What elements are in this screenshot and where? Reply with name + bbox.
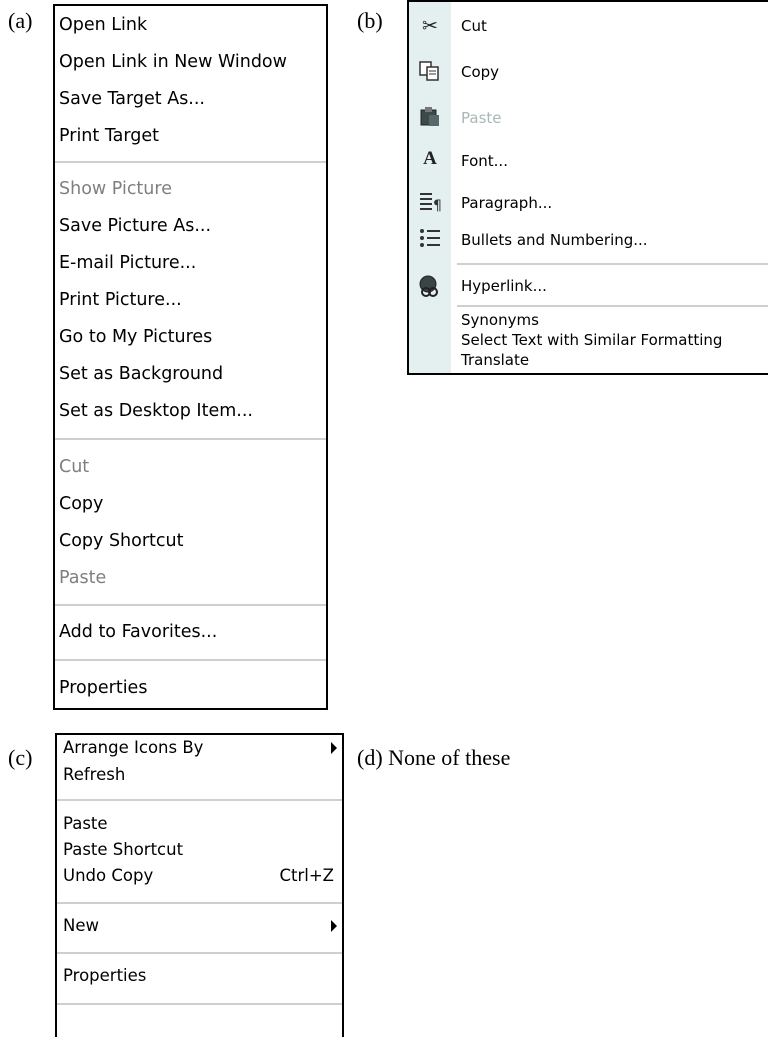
icon-gutter <box>409 2 451 373</box>
separator <box>57 902 342 904</box>
copy-icon <box>417 60 443 84</box>
menu-item-bullets-numbering[interactable]: Bullets and Numbering... <box>461 230 648 250</box>
menu-item-new[interactable]: New <box>63 915 99 937</box>
menu-item-paragraph[interactable]: Paragraph... <box>461 193 552 213</box>
menu-item-set-as-desktop-item[interactable]: Set as Desktop Item... <box>59 400 253 422</box>
menu-item-paste-shortcut[interactable]: Paste Shortcut <box>63 839 183 861</box>
menu-item-open-link[interactable]: Open Link <box>59 14 147 36</box>
shortcut-label: Ctrl+Z <box>279 866 335 885</box>
menu-item-cut[interactable]: Cut <box>461 16 487 36</box>
menu-item-refresh[interactable]: Refresh <box>63 764 125 786</box>
menu-item-copy-shortcut[interactable]: Copy Shortcut <box>59 530 184 552</box>
font-icon: A <box>423 148 437 169</box>
menu-item-show-picture[interactable]: Show Picture <box>59 178 172 200</box>
menu-item-synonyms[interactable]: Synonyms <box>461 310 539 330</box>
menu-item-properties[interactable]: Properties <box>63 965 146 987</box>
menu-item-font[interactable]: Font... <box>461 151 508 171</box>
menu-item-print-picture[interactable]: Print Picture... <box>59 289 182 311</box>
menu-item-save-picture-as[interactable]: Save Picture As... <box>59 215 211 237</box>
context-menu-b: ✂ Cut Copy Paste A Font... ¶ Paragraph..… <box>407 0 768 375</box>
option-b-label: (b) <box>357 8 383 33</box>
menu-item-cut[interactable]: Cut <box>59 456 89 478</box>
menu-item-arrange-icons-by[interactable]: Arrange Icons By <box>63 737 203 759</box>
menu-item-translate[interactable]: Translate <box>461 350 529 370</box>
separator <box>57 1003 342 1005</box>
menu-item-go-to-my-pictures[interactable]: Go to My Pictures <box>59 326 212 348</box>
menu-item-set-as-background[interactable]: Set as Background <box>59 363 223 385</box>
menu-item-undo-copy[interactable]: Undo Copy <box>63 865 153 887</box>
menu-item-select-similar-formatting[interactable]: Select Text with Similar Formatting <box>461 330 722 350</box>
paragraph-icon: ¶ <box>417 191 443 215</box>
menu-item-email-picture[interactable]: E-mail Picture... <box>59 252 196 274</box>
scissors-icon: ✂ <box>422 15 438 37</box>
separator <box>55 161 326 163</box>
menu-item-paste[interactable]: Paste <box>63 813 108 835</box>
menu-item-add-to-favorites[interactable]: Add to Favorites... <box>59 621 217 643</box>
separator <box>57 952 342 954</box>
context-menu-c: Arrange Icons By Refresh Paste Paste Sho… <box>55 733 344 1037</box>
separator <box>55 659 326 661</box>
context-menu-a: Open Link Open Link in New Window Save T… <box>53 4 328 710</box>
bullets-icon <box>417 226 443 250</box>
svg-text:¶: ¶ <box>433 198 442 213</box>
menu-item-paste[interactable]: Paste <box>461 108 502 128</box>
separator <box>57 799 342 801</box>
option-a-label: (a) <box>8 8 33 33</box>
menu-item-hyperlink[interactable]: Hyperlink... <box>461 276 547 296</box>
option-c-label: (c) <box>8 745 33 770</box>
separator <box>55 604 326 606</box>
paste-icon <box>417 106 443 130</box>
menu-item-copy[interactable]: Copy <box>461 62 499 82</box>
menu-item-open-link-new-window[interactable]: Open Link in New Window <box>59 51 287 73</box>
separator <box>457 263 768 265</box>
separator <box>457 305 768 307</box>
hyperlink-icon <box>417 274 443 298</box>
menu-item-print-target[interactable]: Print Target <box>59 125 159 147</box>
option-d-label: (d) None of these <box>357 745 511 770</box>
menu-item-copy[interactable]: Copy <box>59 493 103 515</box>
menu-item-save-target-as[interactable]: Save Target As... <box>59 88 205 110</box>
separator <box>55 438 326 440</box>
submenu-arrow-icon <box>331 920 337 932</box>
submenu-arrow-icon <box>331 742 337 754</box>
menu-item-properties[interactable]: Properties <box>59 677 147 699</box>
menu-item-paste[interactable]: Paste <box>59 567 106 589</box>
